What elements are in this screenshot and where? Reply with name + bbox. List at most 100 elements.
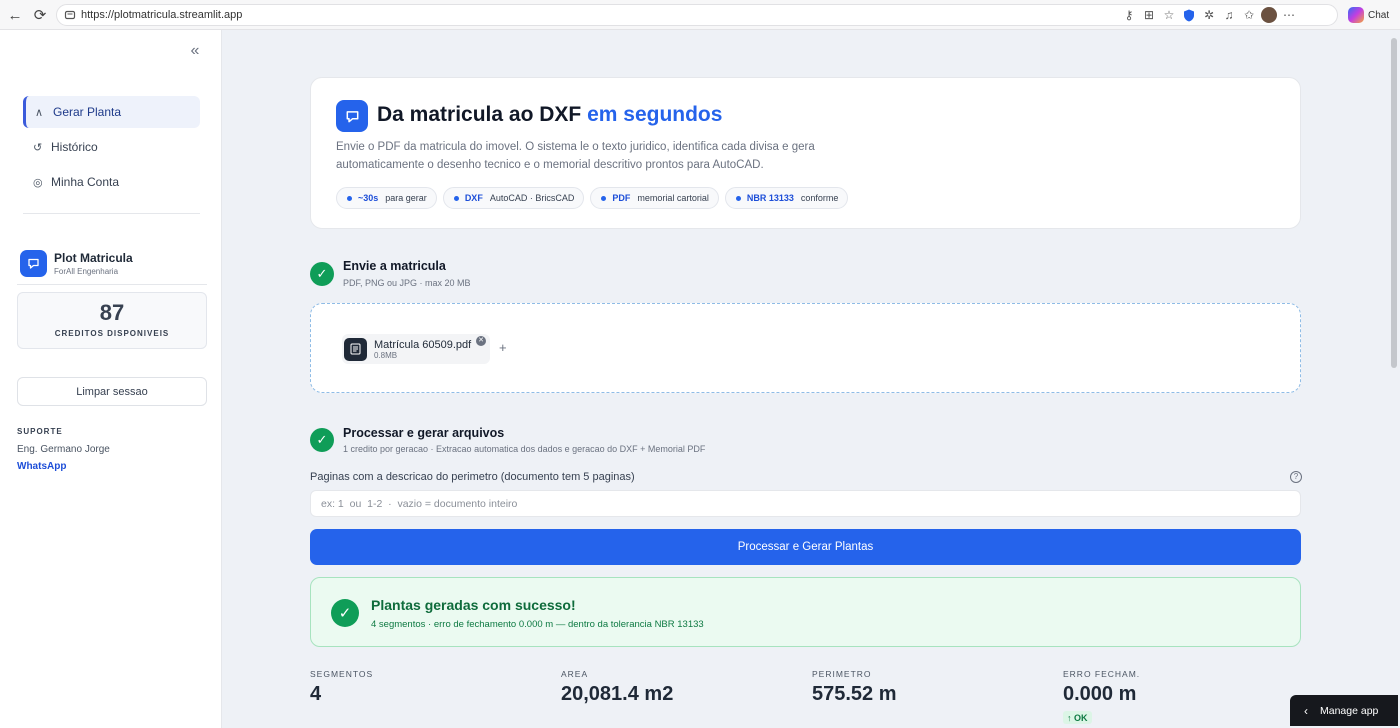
feature-pill: ~30s para gerar <box>336 187 437 209</box>
pill-value: AutoCAD · BricsCAD <box>489 193 575 203</box>
manage-app-label: Manage app <box>1320 704 1379 717</box>
metric-value: 4 <box>310 683 322 705</box>
whatsapp-link[interactable]: WhatsApp <box>17 461 66 472</box>
brand-divider <box>17 284 207 285</box>
step-upload-check-icon: ✓ <box>310 262 334 286</box>
pill-value: conforme <box>800 193 839 203</box>
chat-button[interactable]: Chat <box>1348 5 1389 25</box>
brand-block: Plot Matricula ForAll Engenharia <box>20 248 210 278</box>
site-info-icon[interactable] <box>63 8 77 22</box>
pill-key: NBR 13133 <box>746 193 794 203</box>
pill-value: memorial cartorial <box>637 193 709 203</box>
file-dropzone[interactable]: Matrícula 60509.pdf 0.8MB ✕ + <box>310 303 1301 393</box>
page-title-main: Da matricula ao DXF <box>377 103 582 126</box>
dot-icon <box>735 195 741 201</box>
history-icon: ↺ <box>33 141 43 154</box>
success-subtitle: 4 segmentos · erro de fechamento 0.000 m… <box>371 619 704 630</box>
step-upload-subtitle: PDF, PNG ou JPG · max 20 MB <box>343 278 471 288</box>
credits-card: 87 CREDITOS DISPONIVEIS <box>17 292 207 349</box>
closure-ok-badge: ↑ OK <box>1063 711 1092 724</box>
uploaded-file-chip: Matrícula 60509.pdf 0.8MB ✕ <box>342 334 490 364</box>
step-process-check-icon: ✓ <box>310 428 334 452</box>
file-size: 0.8MB <box>374 350 398 360</box>
metric-label: PERIMETRO <box>812 669 872 679</box>
extensions-icon[interactable]: ✲ <box>1199 5 1219 25</box>
metric-value: 0.000 m <box>1063 683 1137 705</box>
nav-label: Histórico <box>51 140 98 154</box>
page-scrollbar[interactable] <box>1388 30 1400 728</box>
metric-label: AREA <box>561 669 589 679</box>
step-process-title: Processar e gerar arquivos <box>343 426 505 440</box>
key-icon[interactable]: ⚷ <box>1119 5 1139 25</box>
app-grid-icon[interactable]: ⊞ <box>1139 5 1159 25</box>
pill-key: DXF <box>464 193 483 203</box>
profile-avatar-icon[interactable] <box>1259 5 1279 25</box>
nav-label: Gerar Planta <box>53 105 122 119</box>
metric-closure-error: ERRO FECHAM. 0.000 m <box>1063 669 1140 706</box>
add-file-button[interactable]: + <box>499 340 507 355</box>
nav-item-minha-conta[interactable]: ◎ Minha Conta <box>23 166 200 198</box>
browser-toolbar: ← ⟳ https://plotmatricula.streamlit.app … <box>0 0 1400 30</box>
pages-input[interactable] <box>310 490 1301 517</box>
credits-value: 87 <box>99 300 125 325</box>
manage-app-button[interactable]: ‹ Manage app <box>1290 695 1398 726</box>
nav-item-gerar-planta[interactable]: ∧ Gerar Planta <box>23 96 200 128</box>
hero-card: Da matricula ao DXF em segundos Envie o … <box>310 77 1301 229</box>
metric-perimeter: PERIMETRO 575.52 m <box>812 669 897 706</box>
more-menu-icon[interactable]: ⋯ <box>1279 5 1299 25</box>
support-heading: SUPORTE <box>17 427 63 436</box>
pages-field-label: Paginas com a descricao do perimetro (do… <box>310 471 635 483</box>
brand-title: Plot Matricula <box>54 250 133 265</box>
metric-value: 20,081.4 m2 <box>561 683 674 705</box>
page-title: Da matricula ao DXF em segundos <box>377 103 722 127</box>
remove-file-icon[interactable]: ✕ <box>476 336 486 346</box>
feature-pills: ~30s para gerar DXF AutoCAD · BricsCAD PDF… <box>336 187 849 209</box>
copilot-logo-icon <box>1348 7 1364 23</box>
clear-session-button[interactable]: Limpar sessao <box>17 377 207 406</box>
metric-area: AREA 20,081.4 m2 <box>561 669 673 706</box>
success-check-icon: ✓ <box>331 599 359 627</box>
pill-key: ~30s <box>358 193 379 203</box>
shield-icon[interactable] <box>1179 5 1199 25</box>
hero-logo-icon <box>336 100 368 132</box>
file-name: Matrícula 60509.pdf <box>374 338 472 351</box>
page-title-accent: em segundos <box>587 103 723 126</box>
feature-pill: NBR 13133 conforme <box>724 187 849 209</box>
metric-label: ERRO FECHAM. <box>1063 669 1141 679</box>
nav-item-historico[interactable]: ↺ Histórico <box>23 131 200 163</box>
nav-label: Minha Conta <box>51 175 120 189</box>
pill-key: PDF <box>612 193 631 203</box>
metric-label: SEGMENTOS <box>310 669 374 679</box>
hero-description: Envie o PDF da matricula do imovel. O si… <box>336 141 815 171</box>
back-arrow-icon[interactable]: ← <box>4 4 26 26</box>
step-process-subtitle: 1 credito por geracao · Extracao automat… <box>343 444 706 454</box>
scrollbar-thumb[interactable] <box>1391 38 1397 368</box>
feature-pill: PDF memorial cartorial <box>590 187 719 209</box>
chat-label: Chat <box>1368 9 1390 21</box>
dot-icon <box>601 195 607 201</box>
reader-icon[interactable]: ♫ <box>1219 5 1239 25</box>
success-alert: ✓ Plantas geradas com sucesso! 4 segment… <box>310 577 1301 647</box>
favorites-icon[interactable]: ✩ <box>1239 5 1259 25</box>
dot-icon <box>347 195 352 201</box>
sidebar: « ∧ Gerar Planta ↺ Histórico ◎ Minha Con… <box>0 30 222 728</box>
brand-logo-icon <box>20 249 47 277</box>
dot-icon <box>453 195 459 201</box>
sidebar-divider <box>23 213 200 214</box>
help-icon[interactable]: ? <box>1290 471 1302 483</box>
reload-icon[interactable]: ⟳ <box>29 4 51 26</box>
metric-value: 575.52 m <box>812 683 897 705</box>
step-upload-title: Envie a matricula <box>343 259 446 273</box>
process-button[interactable]: Processar e Gerar Plantas <box>310 529 1301 565</box>
pill-value: para gerar <box>385 193 427 203</box>
collapse-sidebar-icon[interactable]: « <box>186 42 204 60</box>
document-icon <box>344 337 367 361</box>
feature-pill: DXF AutoCAD · BricsCAD <box>442 187 585 209</box>
metric-segments: SEGMENTOS 4 <box>310 669 373 706</box>
success-title: Plantas geradas com sucesso! <box>371 597 576 613</box>
favorite-star-icon[interactable]: ☆ <box>1159 5 1179 25</box>
url-text: https://plotmatricula.streamlit.app <box>81 9 243 21</box>
caret-up-icon: ∧ <box>35 106 44 119</box>
user-circle-icon: ◎ <box>33 176 43 189</box>
brand-subtitle: ForAll Engenharia <box>54 266 119 276</box>
